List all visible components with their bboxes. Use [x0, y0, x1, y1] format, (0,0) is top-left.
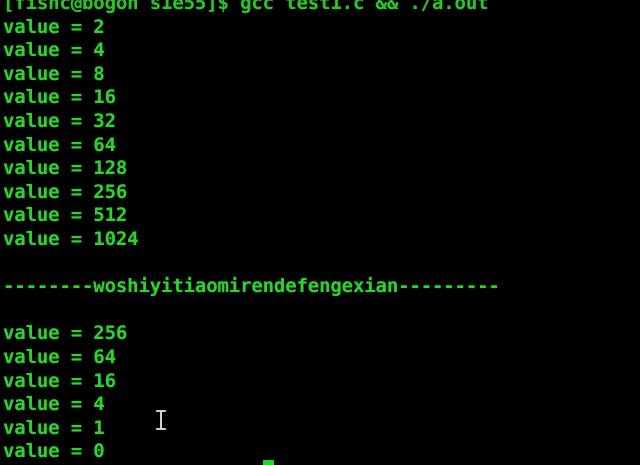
output-line: value = 16: [3, 86, 116, 109]
output-line: value = 512: [3, 204, 128, 227]
output-line: value = 0: [3, 440, 105, 463]
output-line: value = 4: [3, 39, 105, 62]
separator-line: --------woshiyitiaomirendefengexian-----…: [3, 275, 500, 298]
output-line: value = 4: [3, 393, 105, 416]
output-line: value = 32: [3, 109, 116, 132]
terminal-output: [fishc@bogon s1e55]$ gcc test1.c && ./a.…: [3, 0, 637, 464]
terminal-window[interactable]: [fishc@bogon s1e55]$ gcc test1.c && ./a.…: [0, 0, 640, 465]
output-line: value = 16: [3, 369, 116, 392]
output-line: value = 64: [3, 133, 116, 156]
output-line: value = 1: [3, 416, 105, 439]
output-line: value = 1024: [3, 227, 139, 250]
block-cursor-icon: [263, 460, 274, 465]
output-line: value = 64: [3, 345, 116, 368]
shell-prompt-line: [fishc@bogon s1e55]$ gcc test1.c && ./a.…: [3, 0, 489, 14]
output-line: value = 8: [3, 62, 105, 85]
output-line: value = 128: [3, 157, 128, 180]
output-line: value = 256: [3, 322, 128, 345]
output-line: value = 256: [3, 180, 128, 203]
i-beam-cursor-icon: [156, 410, 166, 430]
output-line: value = 2: [3, 15, 105, 38]
